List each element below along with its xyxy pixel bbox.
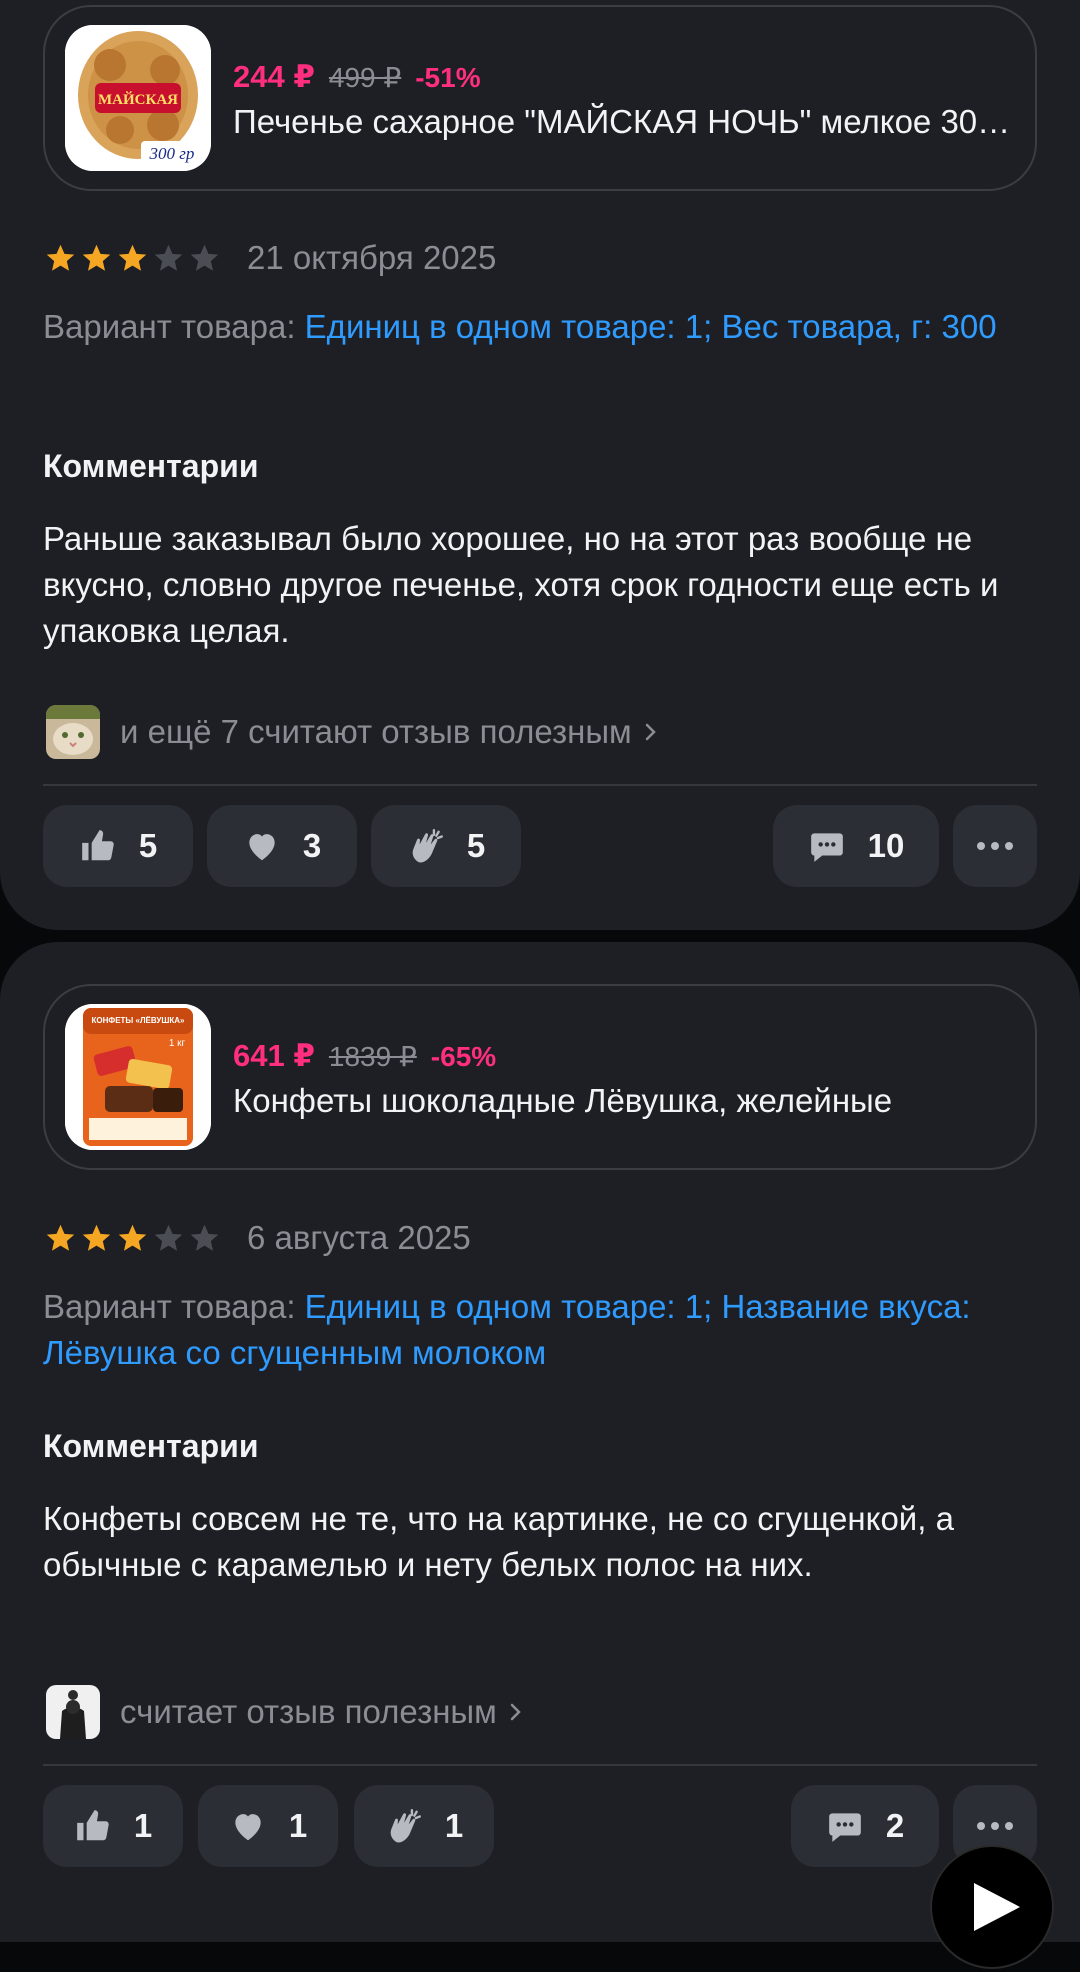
star-filled-icon <box>118 244 147 271</box>
product-variant: Вариант товара: Единиц в одном товаре: 1… <box>43 1284 1033 1376</box>
like-count: 1 <box>133 1807 153 1844</box>
svg-text:1 кг: 1 кг <box>169 1038 186 1049</box>
old-price: 499 ₽ <box>328 62 402 93</box>
old-price: 1839 ₽ <box>328 1041 417 1072</box>
product-snippet[interactable]: КОНФЕТЫ «ЛЁВУШКА» 1 кг 641 ₽ 1839 ₽ -65%… <box>43 984 1037 1170</box>
discount-badge: -51% <box>415 62 481 93</box>
heart-icon <box>249 834 275 861</box>
avatar <box>46 705 100 759</box>
svg-text:МАЙСКАЯ: МАЙСКАЯ <box>98 91 178 108</box>
clap-count: 1 <box>444 1807 464 1844</box>
clap-button[interactable]: 5 <box>371 805 521 887</box>
current-price: 244 ₽ <box>233 59 315 94</box>
price-row: 641 ₽ 1839 ₽ -65% <box>233 1038 496 1078</box>
like-button[interactable]: 5 <box>43 805 193 887</box>
thumbs-up-icon <box>81 830 114 861</box>
chevron-right-icon <box>645 723 656 741</box>
product-name: Конфеты шоколадные Лёвушка, желейные <box>233 1082 893 1119</box>
avatar <box>46 1685 100 1739</box>
product-name: Печенье сахарное "МАЙСКАЯ НОЧЬ" мелкое 3… <box>233 103 1013 140</box>
chat-bubble-icon <box>810 833 843 862</box>
comments-button[interactable]: 2 <box>791 1785 939 1867</box>
more-dots-icon <box>977 1822 985 1830</box>
star-filled-icon <box>82 244 111 271</box>
reactions-bar: 1 1 1 2 <box>43 1785 1037 1867</box>
chat-bubble-icon <box>828 1813 861 1842</box>
variant-label: Вариант товара: <box>43 1288 296 1325</box>
heart-button[interactable]: 3 <box>207 805 357 887</box>
current-price: 641 ₽ <box>233 1038 315 1073</box>
heart-count: 3 <box>302 827 322 864</box>
like-button[interactable]: 1 <box>43 1785 183 1867</box>
price-row: 244 ₽ 499 ₽ -51% <box>233 59 481 99</box>
star-filled-icon <box>46 244 75 271</box>
comments-count: 10 <box>867 827 905 864</box>
clap-button[interactable]: 1 <box>354 1785 494 1867</box>
more-options-button[interactable] <box>953 805 1037 887</box>
svg-text:КОНФЕТЫ «ЛЁВУШКА»: КОНФЕТЫ «ЛЁВУШКА» <box>92 1016 186 1025</box>
product-image: КОНФЕТЫ «ЛЁВУШКА» 1 кг <box>65 1004 211 1150</box>
reactions-bar: 5 3 5 10 <box>43 805 1037 887</box>
star-empty-icon <box>154 244 183 271</box>
chevron-right-icon <box>510 1703 521 1721</box>
rating-row: 21 октября 2025 <box>44 239 496 277</box>
star-rating <box>44 242 221 275</box>
star-empty-icon <box>154 1224 183 1251</box>
star-empty-icon <box>190 244 219 271</box>
review-card: КОНФЕТЫ «ЛЁВУШКА» 1 кг 641 ₽ 1839 ₽ -65%… <box>0 942 1080 1942</box>
divider <box>43 784 1037 786</box>
discount-badge: -65% <box>430 1041 497 1072</box>
useful-votes-text: считает отзыв полезным <box>120 1693 497 1730</box>
heart-count: 1 <box>288 1807 308 1844</box>
review-card: МАЙСКАЯ 300 гр 244 ₽ 499 ₽ -51% Печенье … <box>0 0 1080 930</box>
heart-button[interactable]: 1 <box>198 1785 338 1867</box>
clap-count: 5 <box>466 827 486 864</box>
comments-title: Комментарии <box>43 448 259 484</box>
product-variant: Вариант товара: Единиц в одном товаре: 1… <box>43 304 1033 350</box>
scroll-up-button[interactable] <box>930 1845 1054 1969</box>
review-text: Раньше заказывал было хорошее, но на это… <box>43 520 999 649</box>
variant-value-link[interactable]: Единиц в одном товаре: 1; Вес товара, г:… <box>305 308 997 345</box>
star-filled-icon <box>82 1224 111 1251</box>
star-rating <box>44 1222 221 1255</box>
more-dots-icon <box>977 842 985 850</box>
play-icon <box>974 1883 1020 1931</box>
like-count: 5 <box>138 827 158 864</box>
heart-icon <box>235 1814 261 1841</box>
review-text: Конфеты совсем не те, что на картинке, н… <box>43 1500 954 1583</box>
divider <box>43 1764 1037 1766</box>
product-snippet[interactable]: МАЙСКАЯ 300 гр 244 ₽ 499 ₽ -51% Печенье … <box>43 5 1037 191</box>
clapping-hands-icon <box>412 828 443 863</box>
comments-button[interactable]: 10 <box>773 805 939 887</box>
rating-row: 6 августа 2025 <box>44 1219 471 1257</box>
useful-votes-link[interactable]: считает отзыв полезным <box>46 1685 523 1739</box>
product-image: МАЙСКАЯ 300 гр <box>65 25 211 171</box>
useful-votes-link[interactable]: и ещё 7 считают отзыв полезным <box>46 705 658 759</box>
star-filled-icon <box>46 1224 75 1251</box>
review-date: 21 октября 2025 <box>247 239 497 276</box>
comments-title: Комментарии <box>43 1428 259 1464</box>
thumbs-up-icon <box>76 1810 109 1841</box>
review-date: 6 августа 2025 <box>247 1219 471 1256</box>
star-filled-icon <box>118 1224 147 1251</box>
useful-votes-text: и ещё 7 считают отзыв полезным <box>120 713 632 750</box>
star-empty-icon <box>190 1224 219 1251</box>
clapping-hands-icon <box>390 1808 421 1843</box>
svg-text:300 гр: 300 гр <box>149 144 195 163</box>
comments-count: 2 <box>885 1807 905 1844</box>
variant-label: Вариант товара: <box>43 308 296 345</box>
